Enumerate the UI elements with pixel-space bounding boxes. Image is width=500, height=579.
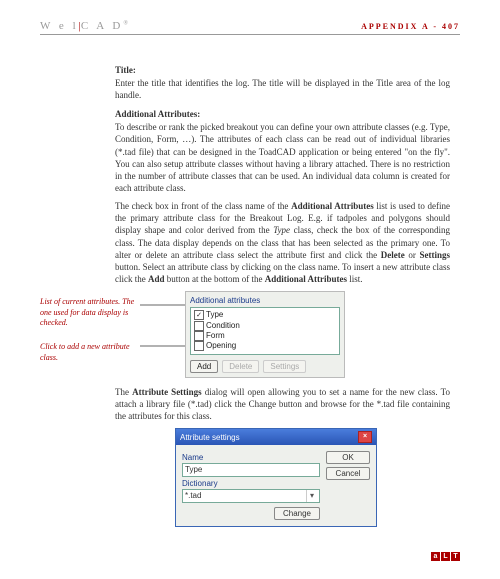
checkbox-icon[interactable]	[194, 331, 204, 341]
content-area: Title: Enter the title that identifies t…	[115, 65, 450, 527]
cancel-button[interactable]: Cancel	[326, 467, 370, 480]
dictionary-dropdown[interactable]: *.tad ▾	[182, 489, 320, 503]
checkbox-icon[interactable]	[194, 321, 204, 331]
footer-sq: L	[441, 552, 450, 561]
list-item: Opening	[194, 341, 336, 351]
add-button[interactable]: Add	[190, 360, 218, 373]
appendix-label: APPENDIX A - 407	[361, 22, 460, 31]
panel-title: Additional attributes	[190, 296, 340, 305]
name-label: Name	[182, 453, 320, 462]
footer-sq: T	[451, 552, 460, 561]
brand-left: W e l	[40, 20, 79, 32]
delete-button[interactable]: Delete	[222, 360, 259, 373]
dictionary-label: Dictionary	[182, 479, 320, 488]
list-item: Form	[194, 331, 336, 341]
title-heading: Title:	[115, 65, 450, 75]
name-field[interactable]: Type	[182, 463, 320, 477]
footer-logo: a L T	[431, 552, 460, 561]
checkbox-icon[interactable]: ✓	[194, 310, 204, 320]
footer-sq: a	[431, 552, 440, 561]
list-item: ✓Type	[194, 310, 336, 320]
figure-row: List of current attributes. The one used…	[40, 291, 450, 378]
attr-para-1: To describe or rank the picked breakout …	[115, 121, 450, 194]
list-item-label: Opening	[206, 341, 236, 351]
checkbox-icon[interactable]	[194, 341, 204, 351]
ok-button[interactable]: OK	[326, 451, 370, 464]
caption-2: Click to add a new attribute class.	[40, 342, 140, 363]
caption-1: List of current attributes. The one used…	[40, 297, 140, 328]
dialog-titlebar[interactable]: Attribute settings ×	[176, 429, 376, 445]
settings-button[interactable]: Settings	[263, 360, 306, 373]
attr-heading: Additional Attributes:	[115, 109, 450, 119]
attribute-listbox[interactable]: ✓Type Condition Form Opening	[190, 307, 340, 355]
close-icon[interactable]: ×	[358, 431, 372, 443]
list-item: Condition	[194, 321, 336, 331]
list-item-label: Condition	[206, 321, 240, 331]
title-paragraph: Enter the title that identifies the log.…	[115, 77, 450, 101]
figure-captions: List of current attributes. The one used…	[40, 291, 140, 363]
list-item-label: Type	[206, 310, 223, 320]
brand-right: C A D	[81, 20, 124, 32]
dropdown-value: *.tad	[185, 490, 201, 502]
attribute-settings-dialog: Attribute settings × Name Type Dictionar…	[175, 428, 377, 527]
brand-logo: W e l|C A D®	[40, 20, 131, 32]
change-button[interactable]: Change	[274, 507, 320, 520]
attr-para-2: The check box in front of the class name…	[115, 200, 450, 285]
list-item-label: Form	[206, 331, 225, 341]
dialog-title: Attribute settings	[180, 433, 240, 442]
attr-para-3: The Attribute Settings dialog will open …	[115, 386, 450, 422]
chevron-down-icon: ▾	[306, 490, 317, 502]
additional-attributes-panel: Additional attributes ✓Type Condition Fo…	[185, 291, 345, 378]
page-header: W e l|C A D® APPENDIX A - 407	[40, 20, 460, 35]
